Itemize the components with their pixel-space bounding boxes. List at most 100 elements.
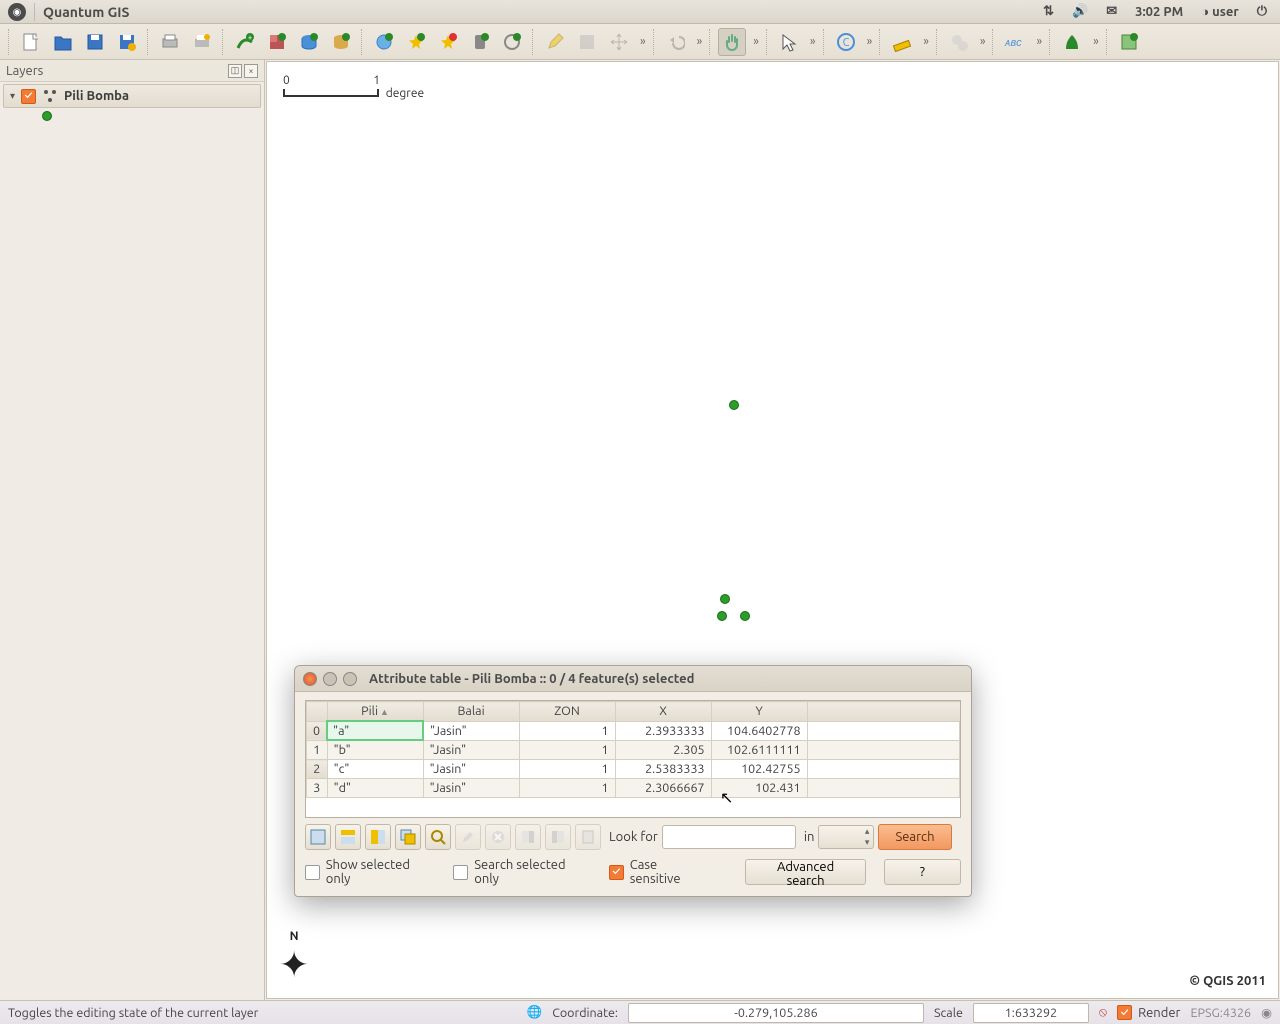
new-shapefile-button[interactable] (402, 28, 430, 56)
add-wms-button[interactable] (370, 28, 398, 56)
overflow-icon[interactable]: » (637, 35, 647, 48)
scale-label: Scale (934, 1006, 963, 1020)
add-spatialite-button[interactable] (327, 28, 355, 56)
case-sensitive-checkbox[interactable]: Case sensitive (609, 858, 709, 886)
crs-label[interactable]: EPSG:4326 (1190, 1006, 1251, 1020)
layer-row[interactable]: ▾ Pili Bomba (3, 84, 261, 108)
save-project-button[interactable] (81, 28, 109, 56)
column-header[interactable]: Y (711, 702, 807, 722)
new-column-button[interactable] (515, 824, 541, 850)
table-row[interactable]: 2 "c" "Jasin" 1 2.5383333 102.42755 (307, 760, 960, 779)
toggle-editing-button[interactable] (541, 28, 569, 56)
user-menu[interactable]: ◑ user (1196, 4, 1244, 19)
show-selected-checkbox[interactable]: Show selected only (305, 858, 435, 886)
overflow-icon[interactable]: » (920, 35, 930, 48)
layers-panel-title: Layers (6, 64, 43, 78)
add-gps-button[interactable] (466, 28, 494, 56)
table-row[interactable]: 3 "d" "Jasin" 1 2.3066667 102.431 (307, 779, 960, 798)
ubuntu-logo-icon[interactable]: ◉ (8, 3, 26, 21)
new-project-button[interactable] (17, 28, 45, 56)
power-icon[interactable]: ⏻ (1252, 4, 1272, 19)
osm-button[interactable] (1115, 28, 1143, 56)
attribute-table[interactable]: Pili Balai ZON X Y 0 "a" "Jasin" 1 2.393… (305, 700, 961, 818)
copy-selected-button[interactable] (395, 824, 421, 850)
save-edits-button[interactable] (573, 28, 601, 56)
advanced-search-button[interactable]: Advanced search (745, 859, 865, 885)
column-header[interactable]: ZON (519, 702, 615, 722)
add-delimited-button[interactable] (498, 28, 526, 56)
overflow-icon[interactable]: » (694, 35, 704, 48)
identify-button[interactable] (775, 28, 803, 56)
layers-panel-header: Layers ◫ × (0, 60, 264, 82)
grass-tools-button[interactable] (1058, 28, 1086, 56)
invert-selection-button[interactable] (365, 824, 391, 850)
save-as-button[interactable] (113, 28, 141, 56)
mail-icon[interactable]: ✉ (1101, 4, 1122, 19)
labeling-button[interactable]: ᴀʙᴄ (1001, 28, 1029, 56)
unselect-all-button[interactable] (305, 824, 331, 850)
remove-layer-button[interactable] (434, 28, 462, 56)
table-row[interactable]: 1 "b" "Jasin" 1 2.305 102.6111111 (307, 740, 960, 760)
column-header[interactable]: Pili (327, 702, 423, 722)
add-raster-button[interactable] (263, 28, 291, 56)
close-panel-icon[interactable]: × (244, 64, 258, 78)
maximize-icon[interactable] (343, 672, 357, 686)
pan-button[interactable] (718, 28, 746, 56)
zoom-to-selected-button[interactable] (425, 824, 451, 850)
delete-selected-button[interactable] (485, 824, 511, 850)
dialog-titlebar[interactable]: Attribute table - Pili Bomba :: 0 / 4 fe… (295, 666, 971, 692)
open-project-button[interactable] (49, 28, 77, 56)
clock[interactable]: 3:02 PM (1130, 5, 1188, 19)
copyright-label: © QGIS 2011 (1190, 974, 1266, 988)
coordinate-field[interactable]: -0.279,105.286 (628, 1003, 924, 1023)
map-point[interactable] (740, 611, 750, 621)
overflow-icon[interactable]: » (864, 35, 874, 48)
map-point[interactable] (720, 594, 730, 604)
column-header[interactable]: Balai (423, 702, 519, 722)
map-point[interactable] (729, 400, 739, 410)
overflow-icon[interactable]: » (807, 35, 817, 48)
layer-visibility-checkbox[interactable] (21, 89, 36, 104)
delete-column-button[interactable] (545, 824, 571, 850)
composer-manager-button[interactable] (188, 28, 216, 56)
undo-button[interactable] (662, 28, 690, 56)
map-tips-button[interactable] (945, 28, 973, 56)
overflow-icon[interactable]: » (750, 35, 760, 48)
stop-render-icon[interactable]: ⦸ (1099, 1005, 1107, 1020)
move-feature-button[interactable] (605, 28, 633, 56)
look-in-dropdown[interactable]: ▴▾ (818, 825, 874, 849)
copyright-label-button[interactable]: C (832, 28, 860, 56)
toggle-extents-icon[interactable]: 🌐 (527, 1005, 543, 1020)
table-row[interactable]: 0 "a" "Jasin" 1 2.3933333 104.6402778 (307, 721, 960, 740)
dock-undock-icon[interactable]: ◫ (228, 64, 242, 78)
overflow-icon[interactable]: » (977, 35, 987, 48)
crs-status-icon[interactable]: ◉ (1261, 1005, 1272, 1020)
expand-icon[interactable]: ▾ (10, 90, 15, 102)
map-point[interactable] (717, 611, 727, 621)
render-checkbox[interactable]: Render (1117, 1005, 1180, 1020)
add-vector-button[interactable]: + (231, 28, 259, 56)
network-icon[interactable]: ⇅ (1038, 4, 1059, 19)
scale-bar: 0 1 degree (283, 74, 424, 100)
sound-icon[interactable]: 🔊 (1067, 4, 1093, 19)
search-button[interactable]: Search (878, 824, 951, 850)
measure-button[interactable] (888, 28, 916, 56)
toggle-editing-button[interactable] (455, 824, 481, 850)
print-composer-button[interactable] (156, 28, 184, 56)
close-icon[interactable] (303, 672, 317, 686)
minimize-icon[interactable] (323, 672, 337, 686)
main-toolbar: + » » » » C » » » ᴀʙᴄ » » (0, 24, 1280, 60)
search-selected-checkbox[interactable]: Search selected only (453, 858, 590, 886)
overflow-icon[interactable]: » (1033, 35, 1043, 48)
look-for-input[interactable] (662, 825, 796, 849)
help-button[interactable]: ? (884, 859, 961, 885)
move-top-button[interactable] (335, 824, 361, 850)
add-postgis-button[interactable] (295, 28, 323, 56)
svg-text:C: C (842, 37, 849, 49)
layer-legend (0, 110, 264, 124)
overflow-icon[interactable]: » (1090, 35, 1100, 48)
in-label: in (804, 830, 815, 844)
scale-field[interactable]: 1:633292 (973, 1003, 1089, 1023)
column-header[interactable]: X (615, 702, 711, 722)
field-calculator-button[interactable] (575, 824, 601, 850)
